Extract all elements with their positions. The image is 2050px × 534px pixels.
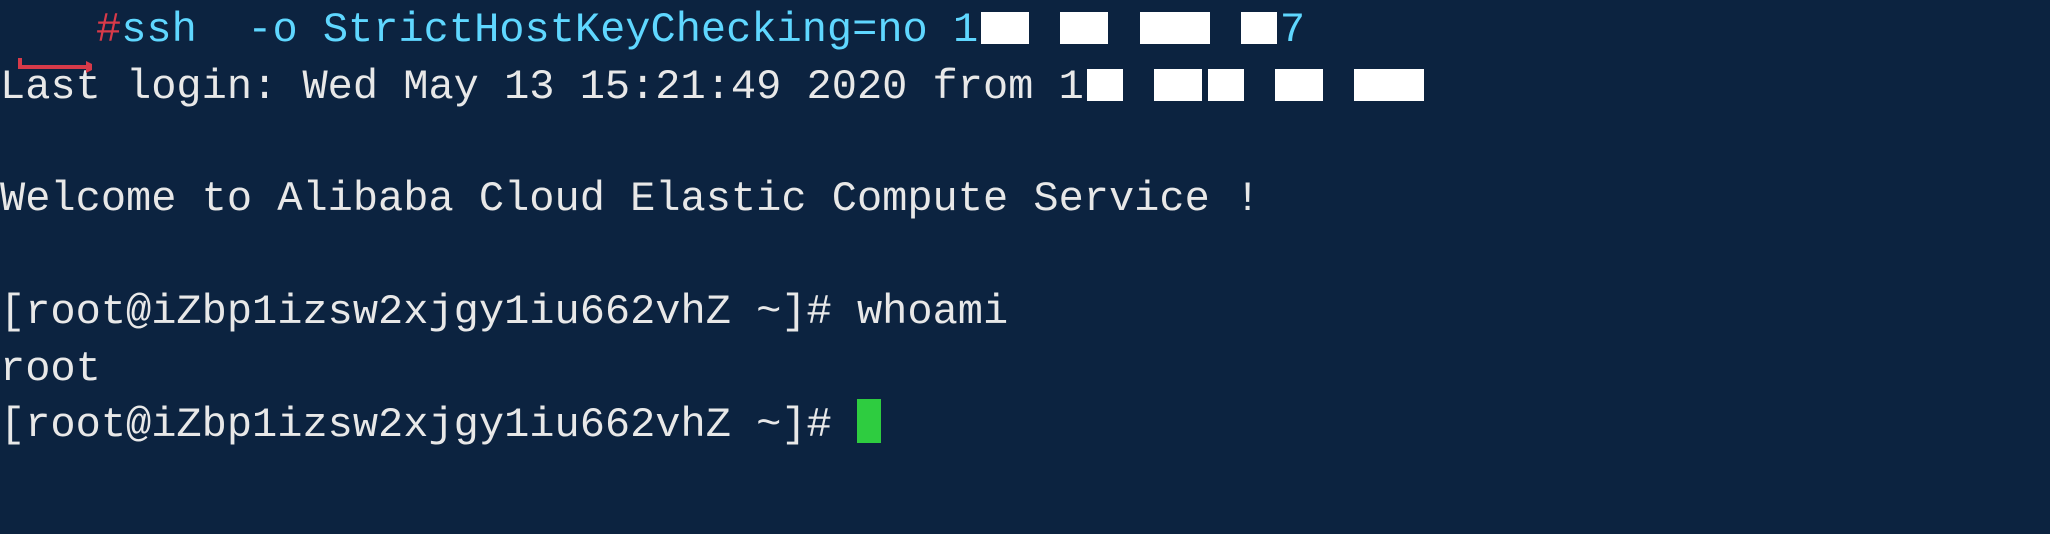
blank-line xyxy=(0,228,2050,284)
redacted-block xyxy=(1154,69,1202,101)
cursor-block xyxy=(857,399,881,443)
terminal-window[interactable]: #ssh -o StrictHostKeyChecking=no 1 7 Las… xyxy=(0,2,2050,454)
whoami-prompt-line: [root@iZbp1izsw2xjgy1iu662vhZ ~]# whoami xyxy=(0,284,2050,341)
last-login-text: Last login: Wed May 13 15:21:49 2020 fro… xyxy=(0,63,1084,111)
shell-prompt: [root@iZbp1izsw2xjgy1iu662vhZ ~]# xyxy=(0,288,857,336)
redacted-block xyxy=(1354,69,1424,101)
welcome-message: Welcome to Alibaba Cloud Elastic Compute… xyxy=(0,171,2050,228)
ssh-command-line: #ssh -o StrictHostKeyChecking=no 1 7 xyxy=(0,2,2050,59)
shell-prompt: [root@iZbp1izsw2xjgy1iu662vhZ ~]# xyxy=(0,401,857,449)
redacted-block xyxy=(1140,12,1210,44)
ssh-command-text: ssh -o StrictHostKeyChecking=no 1 xyxy=(121,6,978,54)
redacted-block xyxy=(1241,12,1277,44)
redacted-block xyxy=(1060,12,1108,44)
blank-line xyxy=(0,115,2050,171)
last-login-line: Last login: Wed May 13 15:21:49 2020 fro… xyxy=(0,59,2050,116)
redacted-block xyxy=(1208,69,1244,101)
redacted-block xyxy=(1275,69,1323,101)
redacted-block xyxy=(981,12,1029,44)
whoami-command: whoami xyxy=(857,288,1008,336)
ip-tail: 7 xyxy=(1280,6,1305,54)
current-prompt-line[interactable]: [root@iZbp1izsw2xjgy1iu662vhZ ~]# xyxy=(0,397,2050,454)
hash-prompt: # xyxy=(96,6,121,54)
redacted-block xyxy=(1087,69,1123,101)
whoami-output: root xyxy=(0,341,2050,398)
